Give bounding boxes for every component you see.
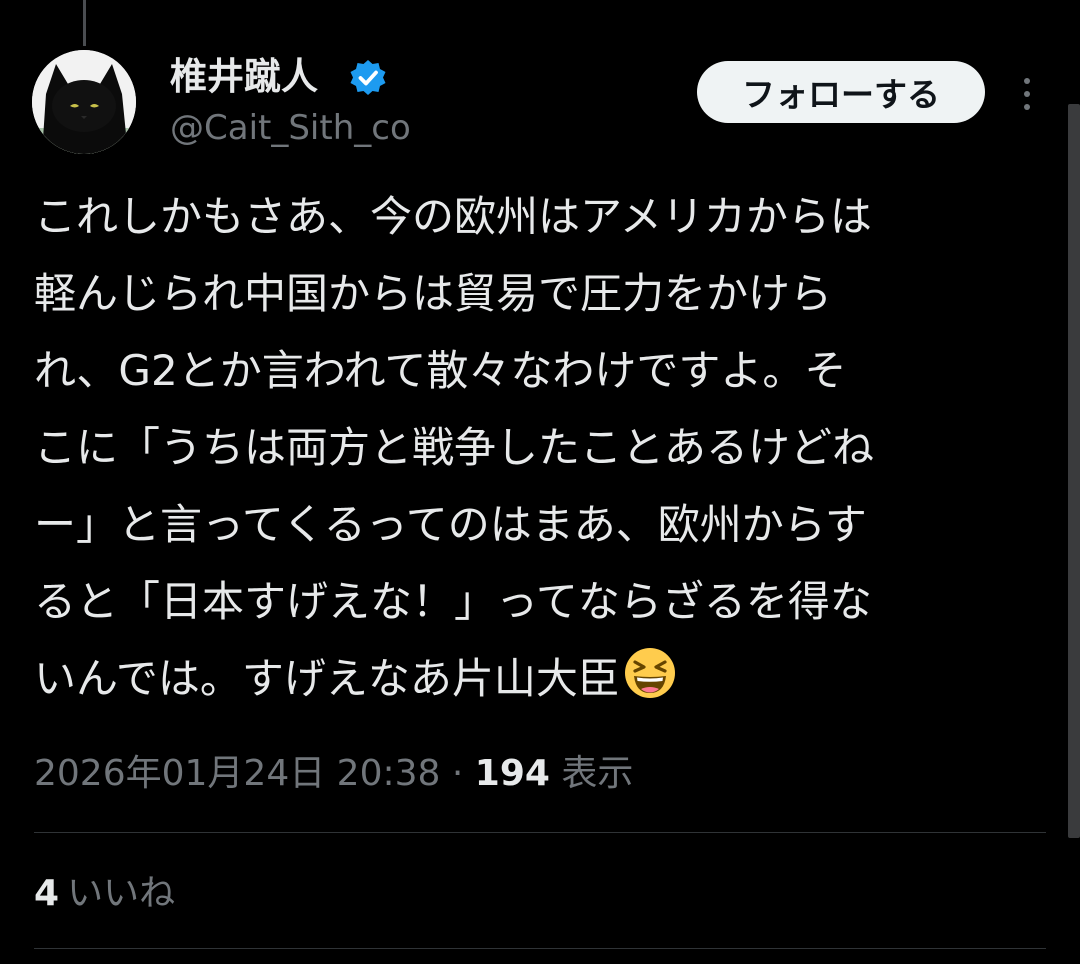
tweet-line: れ、G2とか言われて散々なわけですよ。そ	[34, 346, 847, 395]
grinning-squinting-face-emoji-icon	[624, 648, 675, 698]
more-dot	[1024, 91, 1030, 97]
tweet-line: 軽んじられ中国からは貿易で圧力をかけら	[34, 269, 833, 318]
display-name[interactable]: 椎井蹴人	[170, 52, 318, 102]
more-dot	[1024, 78, 1030, 84]
more-options-icon[interactable]	[1012, 72, 1042, 116]
follow-button[interactable]: フォローする	[697, 61, 985, 123]
tweet-line-last: いんでは。すげえなあ片山大臣	[34, 640, 1044, 717]
likes-count: 4	[34, 873, 60, 914]
tweet-line: ー」と言ってくるってのはまあ、欧州からす	[34, 500, 867, 549]
meta-separator: ·	[451, 753, 464, 794]
verified-badge-icon[interactable]	[348, 58, 388, 98]
tweet-line: ると「日本すげえな！」ってならざるを得な	[34, 577, 872, 626]
tweet-line-text: いんでは。すげえなあ片山大臣	[34, 654, 620, 703]
likes-link[interactable]: 4 いいね	[34, 868, 175, 920]
avatar[interactable]	[32, 50, 136, 154]
tweet-line: これしかもさあ、今の欧州はアメリカからは	[34, 192, 872, 241]
divider	[34, 948, 1046, 949]
timestamp[interactable]: 2026年01月24日 20:38	[34, 753, 440, 794]
thread-connector-line	[83, 0, 86, 46]
divider	[34, 832, 1046, 833]
scrollbar[interactable]	[1068, 104, 1080, 838]
views-label: 表示	[561, 753, 634, 794]
black-cat-avatar-icon	[32, 50, 136, 154]
tweet-text: これしかもさあ、今の欧州はアメリカからは 軽んじられ中国からは貿易で圧力をかけら…	[34, 178, 1044, 717]
more-dot	[1024, 104, 1030, 110]
tweet-meta: 2026年01月24日 20:38 · 194 表示	[34, 748, 633, 800]
tweet-line: こに「うちは両方と戦争したことあるけどね	[34, 423, 875, 472]
likes-label: いいね	[67, 873, 176, 914]
user-handle[interactable]: @Cait_Sith_co	[170, 106, 411, 150]
views-count: 194	[474, 753, 550, 794]
